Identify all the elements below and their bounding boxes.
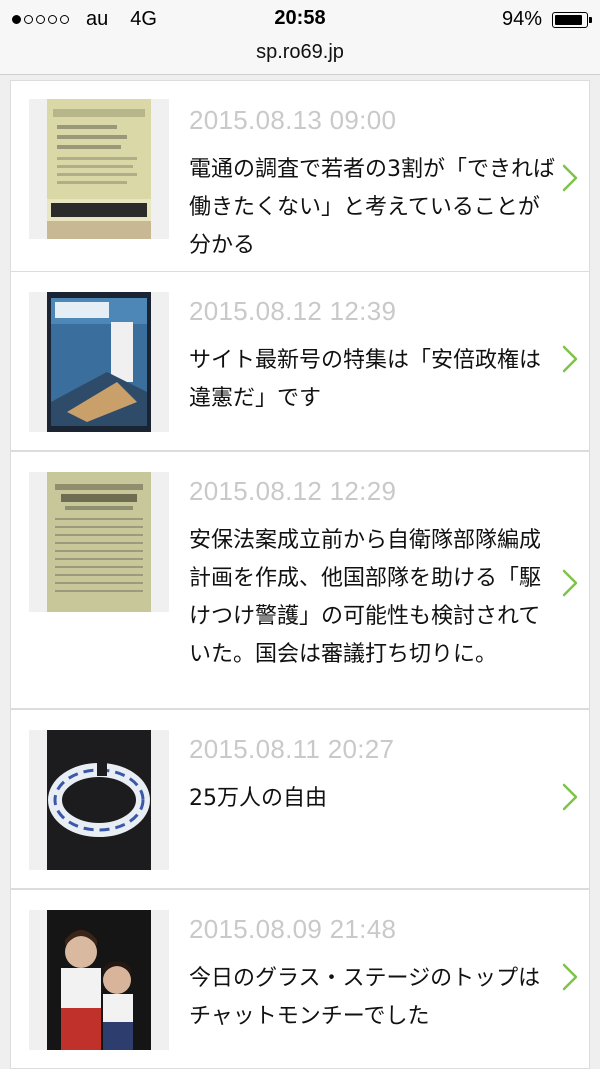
battery-percent: 94% [501,8,542,30]
thumbnail-frame [29,730,169,870]
wristband-photo-thumbnail [47,730,151,870]
thumbnail-frame [29,292,169,432]
article-title[interactable]: 25万人の自由 [189,780,559,818]
article-date: 2015.08.11 20:27 [189,734,395,764]
article-card[interactable]: 2015.08.09 21:48 今日のグラス・ステージのトップはチャットモンチ… [10,889,590,1069]
chevron-right-icon[interactable] [561,962,579,992]
article-card[interactable]: 2015.08.12 12:29 安保法案成立前から自衛隊部隊編成計画を作成、他… [10,451,590,709]
status-bar: au 4G 20:58 94% [0,0,600,38]
thumbnail-frame [29,99,169,239]
article-title[interactable]: 電通の調査で若者の3割が「できれば働きたくない」と考えていることが分かる [189,151,559,265]
thumbnail-frame [29,472,169,612]
chevron-right-icon[interactable] [561,344,579,374]
newspaper-clipping-thumbnail [47,99,151,239]
thumbnail-frame [29,910,169,1050]
url-bar[interactable]: sp.ro69.jp [0,38,600,75]
article-date: 2015.08.12 12:29 [189,476,397,506]
article-date: 2015.08.13 09:00 [189,105,397,135]
url-domain[interactable]: sp.ro69.jp [256,41,344,63]
chevron-right-icon[interactable] [561,568,579,598]
article-date: 2015.08.12 12:39 [189,296,397,326]
status-right: 94% [501,8,592,31]
article-title[interactable]: サイト最新号の特集は「安倍政権は違憲だ」です [189,342,559,418]
band-photo-thumbnail [47,910,151,1050]
article-title[interactable]: 安保法案成立前から自衛隊部隊編成計画を作成、他国部隊を助ける「駆けつけ警護」の可… [189,522,559,674]
battery-icon [552,11,592,28]
chevron-right-icon[interactable] [561,782,579,812]
article-card[interactable]: 2015.08.11 20:27 25万人の自由 [10,709,590,889]
chevron-right-icon[interactable] [561,163,579,193]
article-card[interactable]: 2015.08.12 12:39 サイト最新号の特集は「安倍政権は違憲だ」です [10,271,590,451]
newspaper-clipping-thumbnail [47,472,151,612]
article-card[interactable]: 2015.08.13 09:00 電通の調査で若者の3割が「できれば働きたくない… [10,80,590,275]
article-date: 2015.08.09 21:48 [189,914,397,944]
magazine-cover-thumbnail [47,292,151,432]
article-title[interactable]: 今日のグラス・ステージのトップはチャットモンチーでした [189,960,559,1036]
